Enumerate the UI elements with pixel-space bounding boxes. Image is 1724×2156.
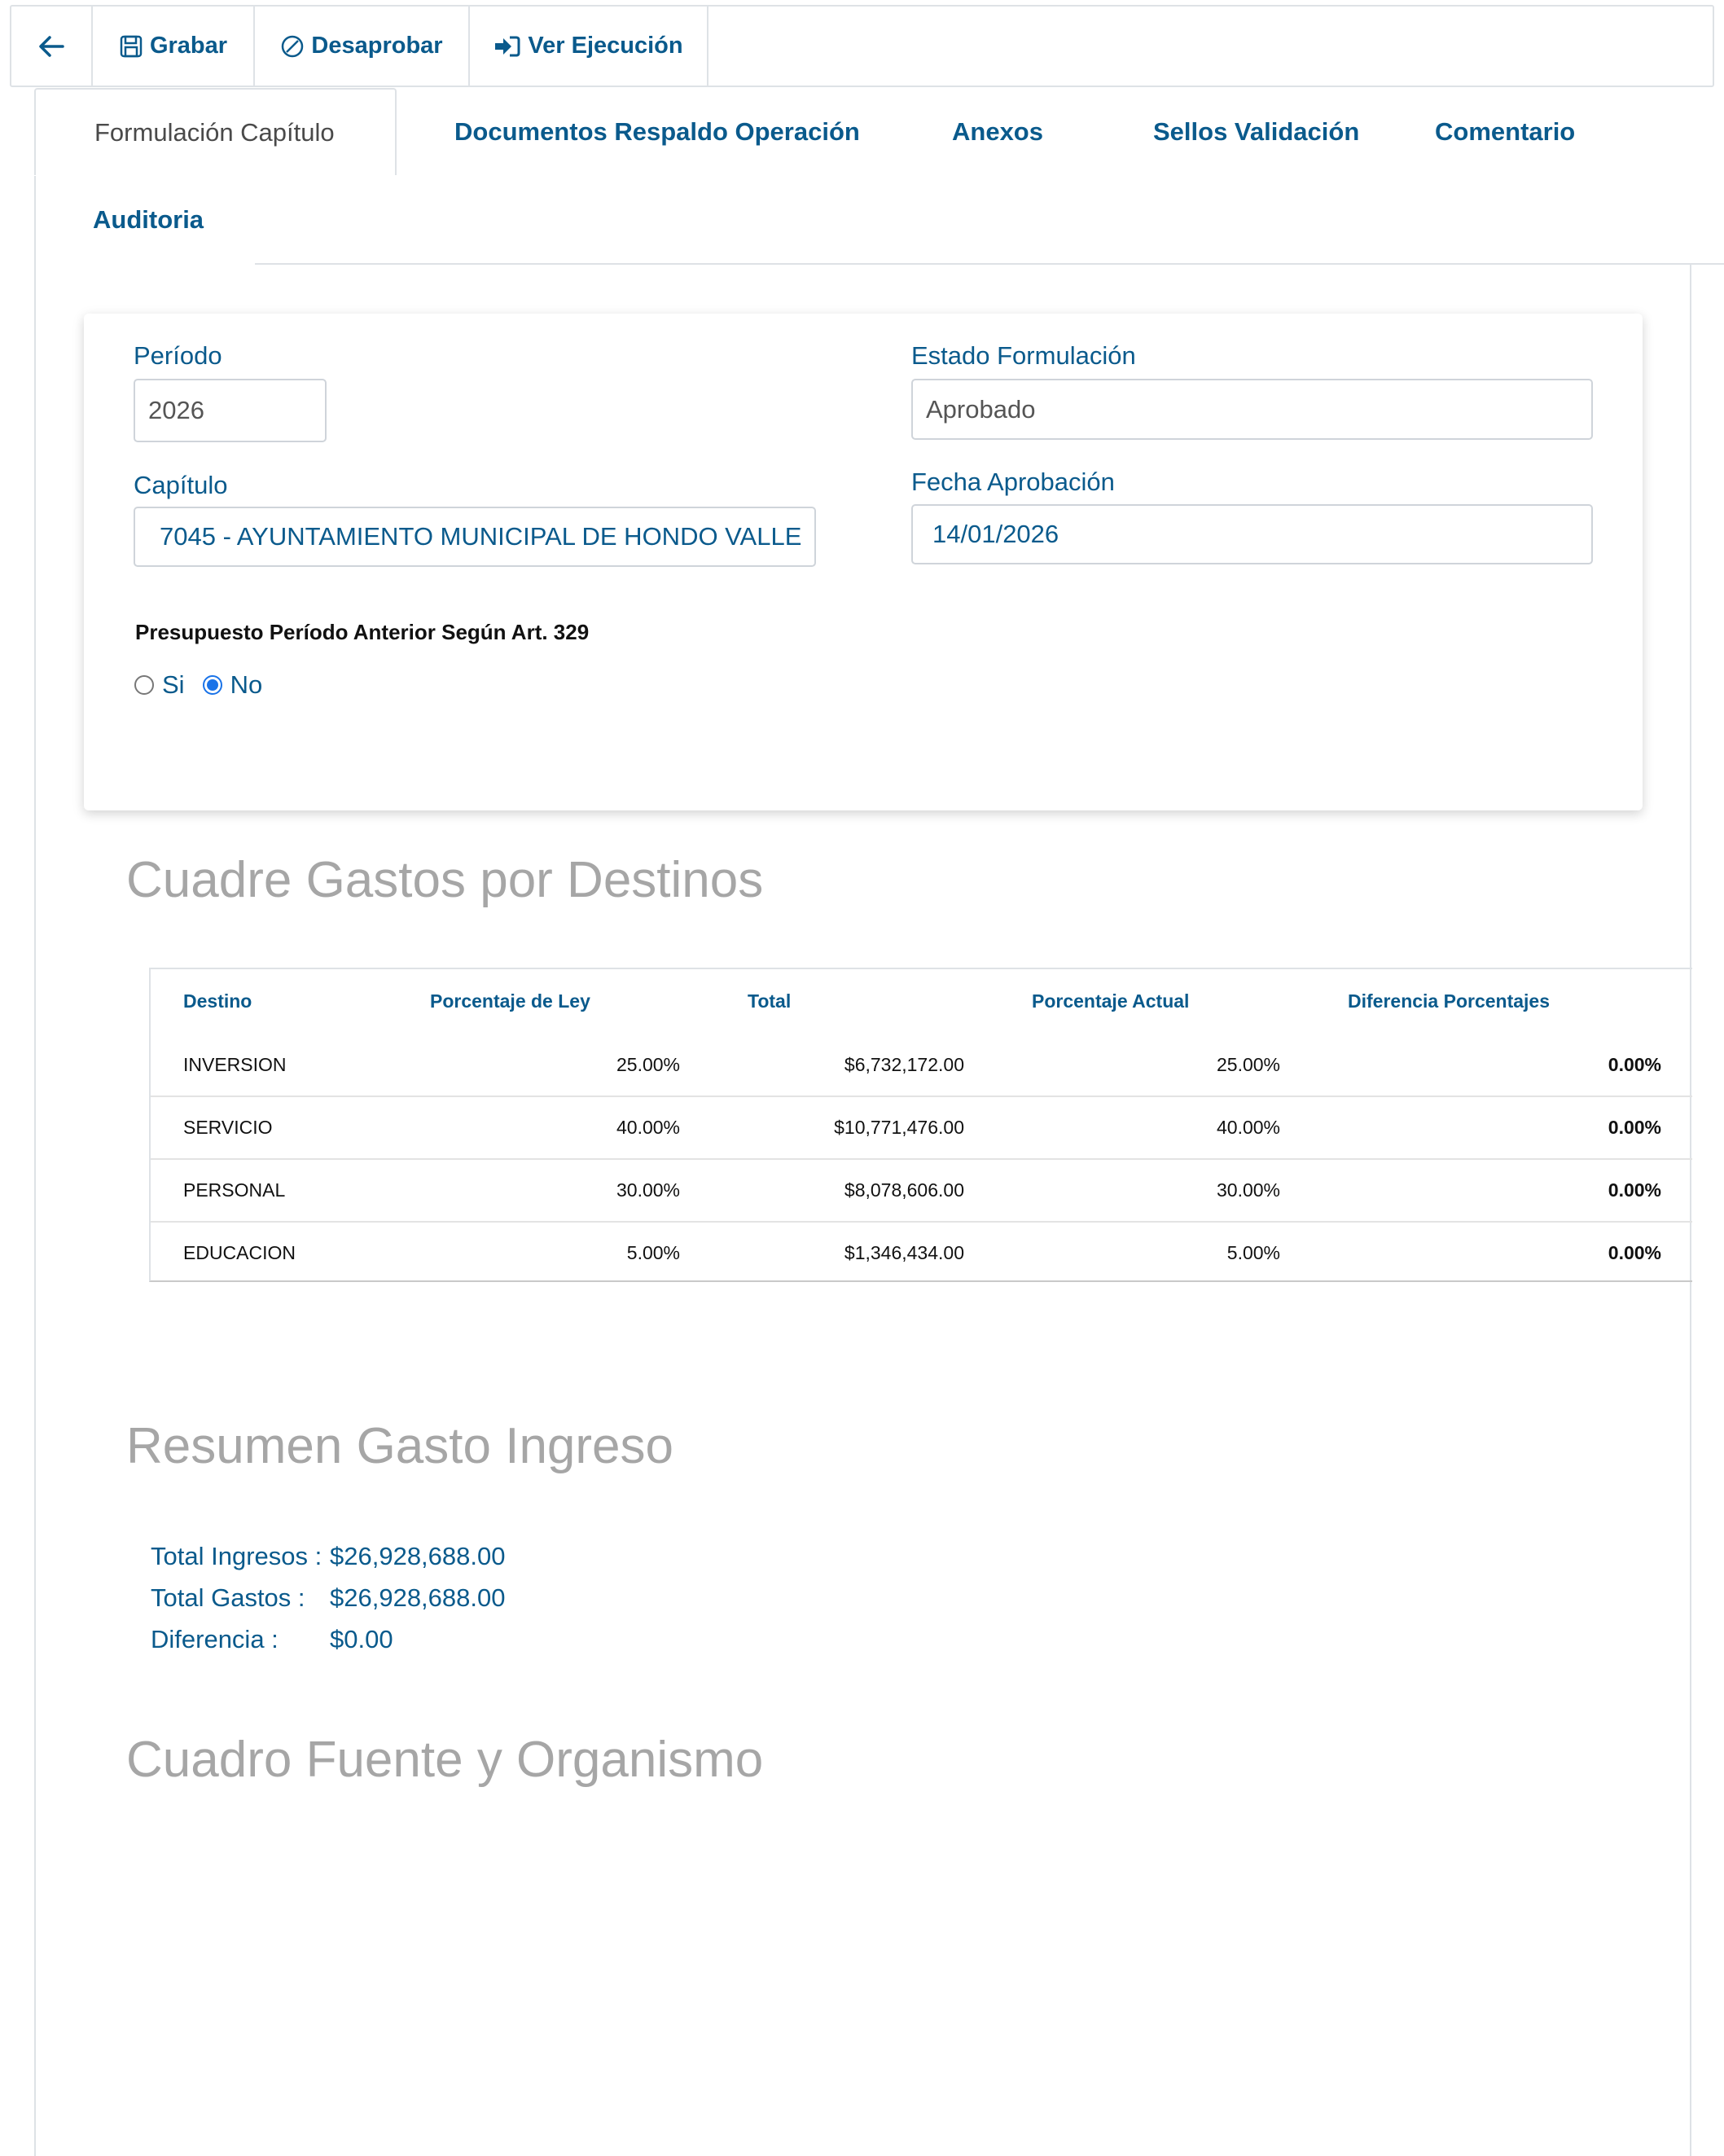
col-porcentaje-ley: Porcentaje de Ley [430, 990, 590, 1012]
ban-circle-icon [282, 35, 304, 57]
col-porcentaje-actual: Porcentaje Actual [1032, 990, 1190, 1012]
periodo-label: Período [134, 341, 222, 370]
total-ingresos-value: $26,928,688.00 [330, 1542, 506, 1570]
cell-porcentaje-actual: 25.00% [1216, 1054, 1280, 1075]
fuente-section-title: Cuadro Fuente y Organismo [126, 1732, 764, 1788]
cell-porcentaje-ley: 5.00% [626, 1242, 680, 1263]
tab-label: Formulación Capítulo [94, 117, 335, 147]
col-total: Total [748, 990, 792, 1012]
diferencia-value: $0.00 [330, 1625, 393, 1653]
cell-porcentaje-ley: 30.00% [616, 1179, 680, 1201]
tab-formulacion-capitulo[interactable]: Formulación Capítulo [34, 88, 397, 175]
cell-destino: INVERSION [183, 1054, 287, 1075]
periodo-field[interactable]: 2026 [134, 379, 327, 442]
col-destino: Destino [183, 990, 252, 1012]
tab-label: Comentario [1435, 116, 1576, 146]
formulacion-card: Período 2026 Estado Formulación Aprobado… [84, 314, 1643, 810]
cell-porcentaje-ley: 25.00% [616, 1054, 680, 1075]
back-button[interactable] [11, 7, 93, 86]
table-row: INVERSION 25.00% $6,732,172.00 25.00% 0.… [151, 1034, 1692, 1097]
cell-total: $1,346,434.00 [844, 1242, 964, 1263]
cell-total: $6,732,172.00 [844, 1054, 964, 1075]
cell-destino: EDUCACION [183, 1242, 296, 1263]
floppy-disk-icon [120, 35, 143, 57]
tab-label: Documentos Respaldo Operación [454, 116, 860, 146]
cell-diferencia: 0.00% [1608, 1242, 1661, 1263]
estado-formulacion-label: Estado Formulación [911, 341, 1136, 370]
ver-ejecucion-label: Ver Ejecución [528, 33, 683, 59]
cell-porcentaje-actual: 30.00% [1216, 1179, 1280, 1201]
tab-comentario[interactable]: Comentario [1376, 88, 1575, 175]
radio-si-label: Si [162, 670, 185, 699]
presupuesto-radio-group: Si No [134, 670, 262, 700]
desaprobar-label: Desaprobar [311, 33, 443, 59]
cell-total: $8,078,606.00 [844, 1179, 964, 1201]
tab-label: Anexos [952, 116, 1043, 146]
fecha-aprobacion-field[interactable]: 14/01/2026 [911, 504, 1593, 564]
radio-si[interactable] [134, 675, 154, 695]
tab-bar: Formulación Capítulo Documentos Respaldo… [34, 88, 1724, 265]
grabar-button[interactable]: Grabar [93, 7, 255, 86]
tab-label: Auditoria [93, 204, 204, 234]
ver-ejecucion-button[interactable]: Ver Ejecución [470, 7, 708, 86]
table-header: Destino Porcentaje de Ley Total Porcenta… [151, 969, 1692, 1034]
cell-porcentaje-ley: 40.00% [616, 1117, 680, 1138]
tab-sellos-validacion[interactable]: Sellos Validación [1094, 88, 1359, 175]
tab-documentos-respaldo[interactable]: Documentos Respaldo Operación [396, 88, 860, 175]
sign-in-arrow-icon [495, 36, 520, 56]
cell-total: $10,771,476.00 [834, 1117, 964, 1138]
capitulo-field[interactable]: 7045 - AYUNTAMIENTO MUNICIPAL DE HONDO V… [134, 507, 816, 567]
tab-anexos[interactable]: Anexos [893, 88, 1043, 175]
cell-diferencia: 0.00% [1608, 1179, 1661, 1201]
resumen-section-title: Resumen Gasto Ingreso [126, 1418, 674, 1474]
diferencia-label: Diferencia : [151, 1625, 279, 1653]
table-row: PERSONAL 30.00% $8,078,606.00 30.00% 0.0… [151, 1160, 1692, 1223]
cell-diferencia: 0.00% [1608, 1054, 1661, 1075]
col-diferencia: Diferencia Porcentajes [1348, 990, 1551, 1012]
total-gastos-value: $26,928,688.00 [330, 1583, 506, 1612]
capitulo-label: Capítulo [134, 471, 228, 499]
table-row: SERVICIO 40.00% $10,771,476.00 40.00% 0.… [151, 1097, 1692, 1160]
arrow-left-icon [39, 35, 64, 57]
cell-porcentaje-actual: 40.00% [1216, 1117, 1280, 1138]
tab-label: Sellos Validación [1153, 116, 1360, 146]
cuadre-section-title: Cuadre Gastos por Destinos [126, 852, 764, 908]
total-gastos-label: Total Gastos : [151, 1583, 305, 1612]
tab-auditoria[interactable]: Auditoria [34, 176, 204, 263]
cell-destino: PERSONAL [183, 1179, 286, 1201]
total-ingresos-label: Total Ingresos : [151, 1542, 322, 1570]
toolbar: Grabar Desaprobar Ver Ejecución [10, 5, 1714, 87]
presupuesto-art-329-label: Presupuesto Período Anterior Según Art. … [135, 620, 590, 644]
grabar-label: Grabar [149, 33, 228, 59]
cell-destino: SERVICIO [183, 1117, 273, 1138]
cuadre-table: Destino Porcentaje de Ley Total Porcenta… [149, 968, 1692, 1282]
desaprobar-button[interactable]: Desaprobar [255, 7, 470, 86]
tabs-divider [255, 263, 1724, 265]
panel-left-border [34, 176, 36, 2156]
cell-diferencia: 0.00% [1608, 1117, 1661, 1138]
radio-no-label: No [230, 670, 263, 699]
radio-no[interactable] [202, 675, 222, 695]
fecha-aprobacion-label: Fecha Aprobación [911, 468, 1115, 496]
table-row: EDUCACION 5.00% $1,346,434.00 5.00% 0.00… [151, 1223, 1692, 1285]
estado-formulacion-field[interactable]: Aprobado [911, 379, 1593, 440]
cell-porcentaje-actual: 5.00% [1226, 1242, 1280, 1263]
